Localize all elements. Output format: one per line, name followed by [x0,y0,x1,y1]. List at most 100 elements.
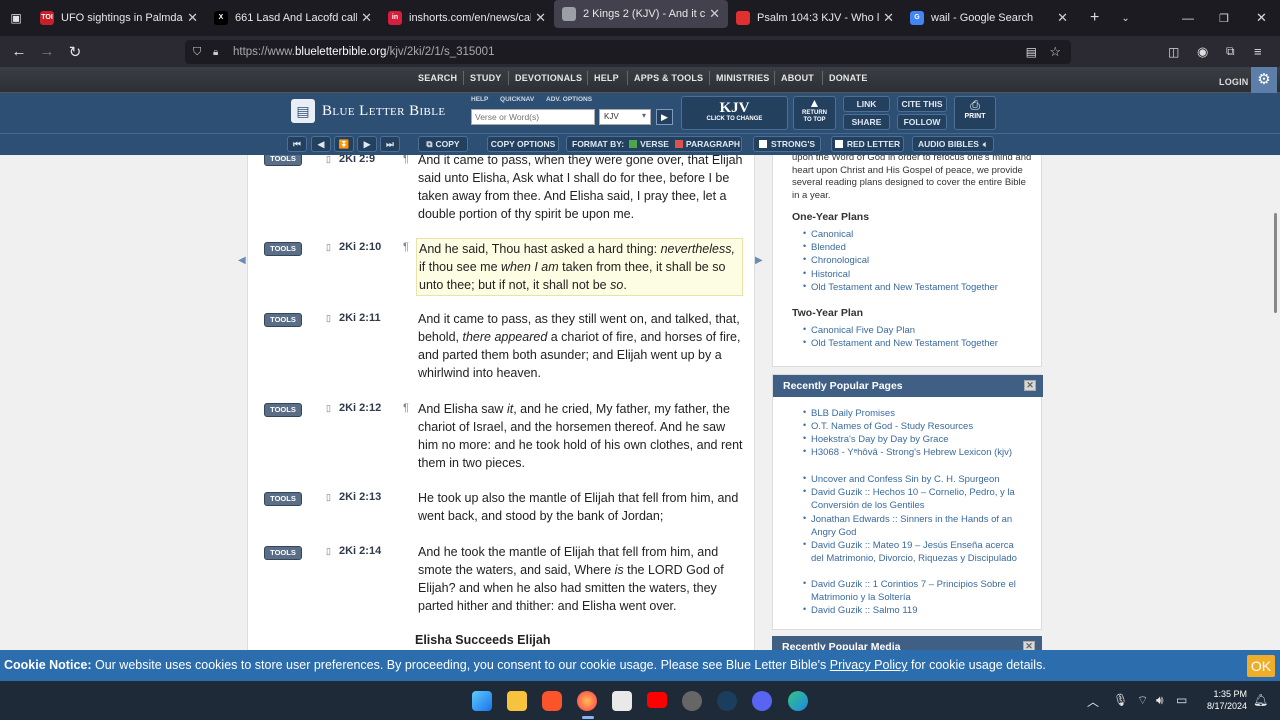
prev-arrow-icon[interactable]: ◀ [238,255,246,266]
verse-tools-button[interactable]: TOOLS [264,155,302,166]
version-change-button[interactable]: KJV CLICK TO CHANGE [681,96,788,130]
tab-overview-icon[interactable]: ▣ [0,11,32,25]
tab-list-chevron-icon[interactable]: ⌄ [1121,13,1129,24]
bookmark-icon[interactable]: ▯ [326,403,331,414]
verse-checkbox[interactable] [629,140,638,148]
sidebar-link[interactable]: Hoekstra's Day by Day by Grace [811,433,1026,446]
wifi-icon[interactable]: ⌔ [1137,693,1148,708]
tab-close-icon[interactable]: ✕ [535,10,546,26]
search-go-button[interactable]: ▶ [656,109,673,125]
notification-bell-icon[interactable]: 🔔︎ [1253,693,1268,707]
verse-reference[interactable]: 2Ki 2:9 [339,155,375,165]
top-menu-item[interactable]: MINISTRIES [716,73,770,83]
sidebar-link[interactable]: H3068 - Yᵉhôvâ - Strong's Hebrew Lexicon… [811,446,1026,459]
verse-tools-button[interactable]: TOOLS [264,492,302,506]
next-arrow-icon[interactable]: ▶ [755,255,763,266]
verse-tools-button[interactable]: TOOLS [264,403,302,417]
copy-options-button[interactable]: COPY OPTIONS [487,136,559,152]
version-select[interactable]: KJV ▾ [599,109,651,125]
login-link[interactable]: LOGIN [1219,77,1249,87]
forward-icon[interactable]: → [33,43,61,60]
verse-tools-button[interactable]: TOOLS [264,313,302,327]
sidebar-link[interactable]: David Guzik :: Salmo 119 [811,604,1026,617]
sidebar-link[interactable]: Uncover and Confess Sin by C. H. Spurgeo… [811,473,1026,486]
cookie-ok-button[interactable]: OK [1247,655,1275,677]
browser-tab[interactable]: in inshorts.com/en/news/califor✕ [380,0,554,36]
volume-icon[interactable]: 🔊︎ [1156,693,1164,708]
reader-view-icon[interactable]: ▤ [1026,45,1037,59]
bookmark-icon[interactable]: ▯ [326,313,331,324]
battery-icon[interactable]: ▭ [1176,693,1187,707]
settings-app-icon[interactable] [682,691,702,711]
verse-tools-button[interactable]: TOOLS [264,546,302,560]
first-chapter-button[interactable]: ⏮ [287,136,307,152]
browser-tab[interactable]: Psalm 104:3 KJV - Who layeth✕ [728,0,902,36]
audio-bibles-button[interactable]: AUDIO BIBLES 🔈︎ [912,136,994,152]
prev-chapter-button[interactable]: ◀ [311,136,331,152]
top-menu-item[interactable]: DEVOTIONALS [515,73,582,83]
strongs-toggle[interactable]: STRONG'S [753,136,821,152]
site-logo[interactable]: Blue Letter Bible [322,103,446,120]
bookmark-icon[interactable]: ▯ [326,492,331,503]
top-menu-item[interactable]: STUDY [470,73,502,83]
verse-reference[interactable]: 2Ki 2:12 [339,402,381,414]
sidebar-link[interactable]: David Guzik :: 1 Corintios 7 – Principio… [811,578,1026,604]
sidebar-link[interactable]: David Guzik :: Hechos 10 – Cornelio, Ped… [811,486,1026,512]
extensions-icon[interactable]: ⧉ [1226,44,1235,59]
bookmark-icon[interactable]: ▯ [326,155,331,165]
tab-close-icon[interactable]: ✕ [883,10,894,26]
chapter-list-button[interactable]: ⏬ [334,136,354,152]
browser-tab[interactable]: X 661 Lasd And Lacofd calls. on ✕ [206,0,380,36]
top-menu-item[interactable]: DONATE [829,73,868,83]
link-button[interactable]: LINK [843,96,890,112]
browser-tab[interactable]: Gwail - Google Search ✕ [902,0,1076,36]
top-menu-item[interactable]: HELP [594,73,619,83]
bookmark-icon[interactable]: ▯ [326,242,331,253]
browser-tab[interactable]: 2 Kings 2 (KJV) - And it came t✕ [554,0,728,28]
verse-reference[interactable]: 2Ki 2:14 [339,545,381,557]
copy-button[interactable]: ⧉ COPY [418,136,468,152]
sidebar-link[interactable]: Chronological [811,254,1026,267]
cite-this-button[interactable]: CITE THIS [897,96,947,112]
settings-gear-icon[interactable]: ⚙ [1251,67,1277,93]
return-to-top-button[interactable]: ▲ RETURN TO TOP [793,96,836,130]
sidebar-link[interactable]: O.T. Names of God - Study Resources [811,420,1026,433]
sidebar-link[interactable]: Old Testament and New Testament Together [811,337,1026,350]
close-box-icon[interactable]: ✕ [1024,380,1036,391]
steam-icon[interactable] [717,691,737,711]
minimize-button[interactable]: — [1182,11,1194,25]
tray-chevron-icon[interactable]: ︿ [1087,693,1099,710]
store-icon[interactable] [612,691,632,711]
sidebar-link[interactable]: Canonical [811,228,1026,241]
verse-reference[interactable]: 2Ki 2:10 [339,241,381,253]
adv-options-link[interactable]: ADV. OPTIONS [546,96,592,103]
quicknav-link[interactable]: QUICKNAV [500,96,534,103]
tab-close-icon[interactable]: ✕ [709,6,720,22]
close-window-button[interactable]: ✕ [1256,10,1267,26]
top-menu-item[interactable]: ABOUT [781,73,814,83]
account-icon[interactable]: ◉ [1197,44,1208,60]
verse-tools-button[interactable]: TOOLS [264,242,302,256]
close-media-box-icon[interactable]: ✕ [1023,641,1035,650]
restore-button[interactable]: ❐ [1219,12,1229,25]
windows-start-icon[interactable] [472,691,492,711]
file-explorer-icon[interactable] [507,691,527,711]
sidebar-link[interactable]: Blended [811,241,1026,254]
edge-icon[interactable] [788,691,808,711]
bookmark-star-icon[interactable]: ☆ [1049,44,1061,60]
verse-reference[interactable]: 2Ki 2:11 [339,312,381,324]
sidebar-link[interactable]: Canonical Five Day Plan [811,324,1026,337]
tab-close-icon[interactable]: ✕ [1057,10,1068,26]
red-letter-toggle[interactable]: RED LETTER [831,136,904,152]
search-input[interactable] [471,109,595,125]
sidebar-link[interactable]: Old Testament and New Testament Together [811,281,1026,294]
pocket-icon[interactable]: ◫ [1168,45,1179,59]
sidebar-link[interactable]: David Guzik :: Mateo 19 – Jesús Enseña a… [811,539,1026,565]
url-bar[interactable]: ⛉ 🔒︎ https://www. blueletterbible.org/kjv… [185,40,1071,64]
tab-close-icon[interactable]: ✕ [361,10,372,26]
system-clock[interactable]: 1:35 PM 8/17/2024 [1197,688,1247,712]
scrollbar[interactable] [1274,213,1277,313]
blb-logo-icon[interactable]: ▤ [291,99,315,123]
sidebar-link[interactable]: BLB Daily Promises [811,407,1026,420]
top-menu-item[interactable]: APPS & TOOLS [634,73,703,83]
